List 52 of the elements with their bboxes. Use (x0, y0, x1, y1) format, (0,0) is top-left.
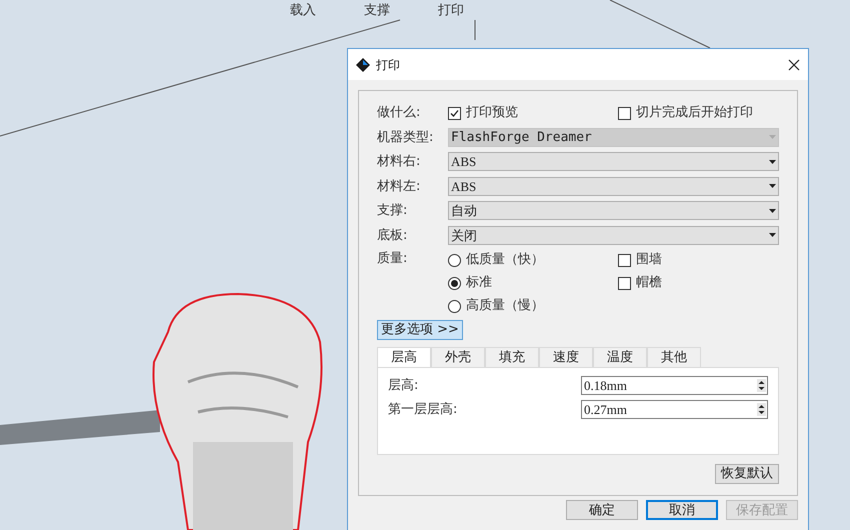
spin-box[interactable]: 0.18mm (581, 376, 768, 395)
checkbox[interactable] (618, 106, 631, 120)
dropdown[interactable]: 自动 (448, 201, 779, 220)
close-icon[interactable] (788, 58, 800, 70)
checkbox[interactable] (618, 276, 631, 290)
radio-button[interactable] (448, 276, 461, 290)
app-logo-icon (356, 58, 370, 72)
checkbox-label: 打印预览 (466, 104, 518, 122)
radio-label: 高质量（慢） (466, 297, 544, 316)
menu-item[interactable]: 载入 (290, 1, 316, 20)
field-label: 支撑: (377, 202, 408, 220)
dropdown[interactable]: ABS (448, 152, 779, 172)
more-options-button[interactable]: 更多选项 >> (377, 320, 463, 340)
menu-item[interactable]: 支撑 (364, 1, 390, 20)
dialog-button[interactable]: 确定 (566, 500, 638, 520)
checkbox-label: 围墙 (636, 251, 662, 270)
spin-box[interactable]: 0.27mm (581, 400, 768, 419)
dropdown[interactable]: ABS (448, 176, 779, 196)
tab[interactable]: 填充 (485, 346, 539, 368)
restore-defaults-button[interactable]: 恢复默认 (715, 464, 779, 484)
tab[interactable]: 其他 (647, 346, 701, 368)
tab[interactable]: 温度 (593, 346, 647, 368)
field-label: 材料右: (377, 153, 422, 171)
tab[interactable]: 速度 (539, 346, 593, 368)
checkbox-label: 切片完成后开始打印 (636, 104, 753, 122)
spinner-arrows-icon (757, 379, 766, 392)
checkbox[interactable] (618, 254, 631, 266)
caret-icon (769, 160, 776, 164)
caret-icon (769, 208, 776, 213)
field-label: 质量: (377, 250, 408, 268)
spinner-arrows-icon (757, 403, 766, 416)
caret-icon (769, 135, 776, 140)
menu-item[interactable]: 打印 (438, 1, 464, 20)
field-label: 做什么: (377, 104, 422, 122)
dialog-button[interactable]: 取消 (646, 500, 718, 520)
checkbox[interactable] (448, 106, 461, 120)
checkbox-label: 帽檐 (636, 274, 662, 292)
radio-label: 标准 (466, 274, 492, 292)
field-label: 底板: (377, 226, 408, 244)
field-label: 机器类型: (377, 128, 434, 146)
field-label: 层高: (388, 376, 420, 395)
tab[interactable]: 外壳 (431, 346, 485, 368)
field-label: 材料左: (377, 178, 422, 196)
dropdown[interactable]: 关闭 (448, 226, 779, 245)
caret-icon (769, 184, 776, 188)
window-title: 打印 (376, 56, 400, 74)
field-label: 第一层层高: (388, 400, 458, 419)
radio-button[interactable] (448, 254, 461, 266)
tab[interactable]: 层高 (377, 346, 431, 368)
caret-icon (769, 233, 776, 238)
radio-button[interactable] (448, 300, 461, 312)
radio-label: 低质量（快） (466, 251, 544, 270)
